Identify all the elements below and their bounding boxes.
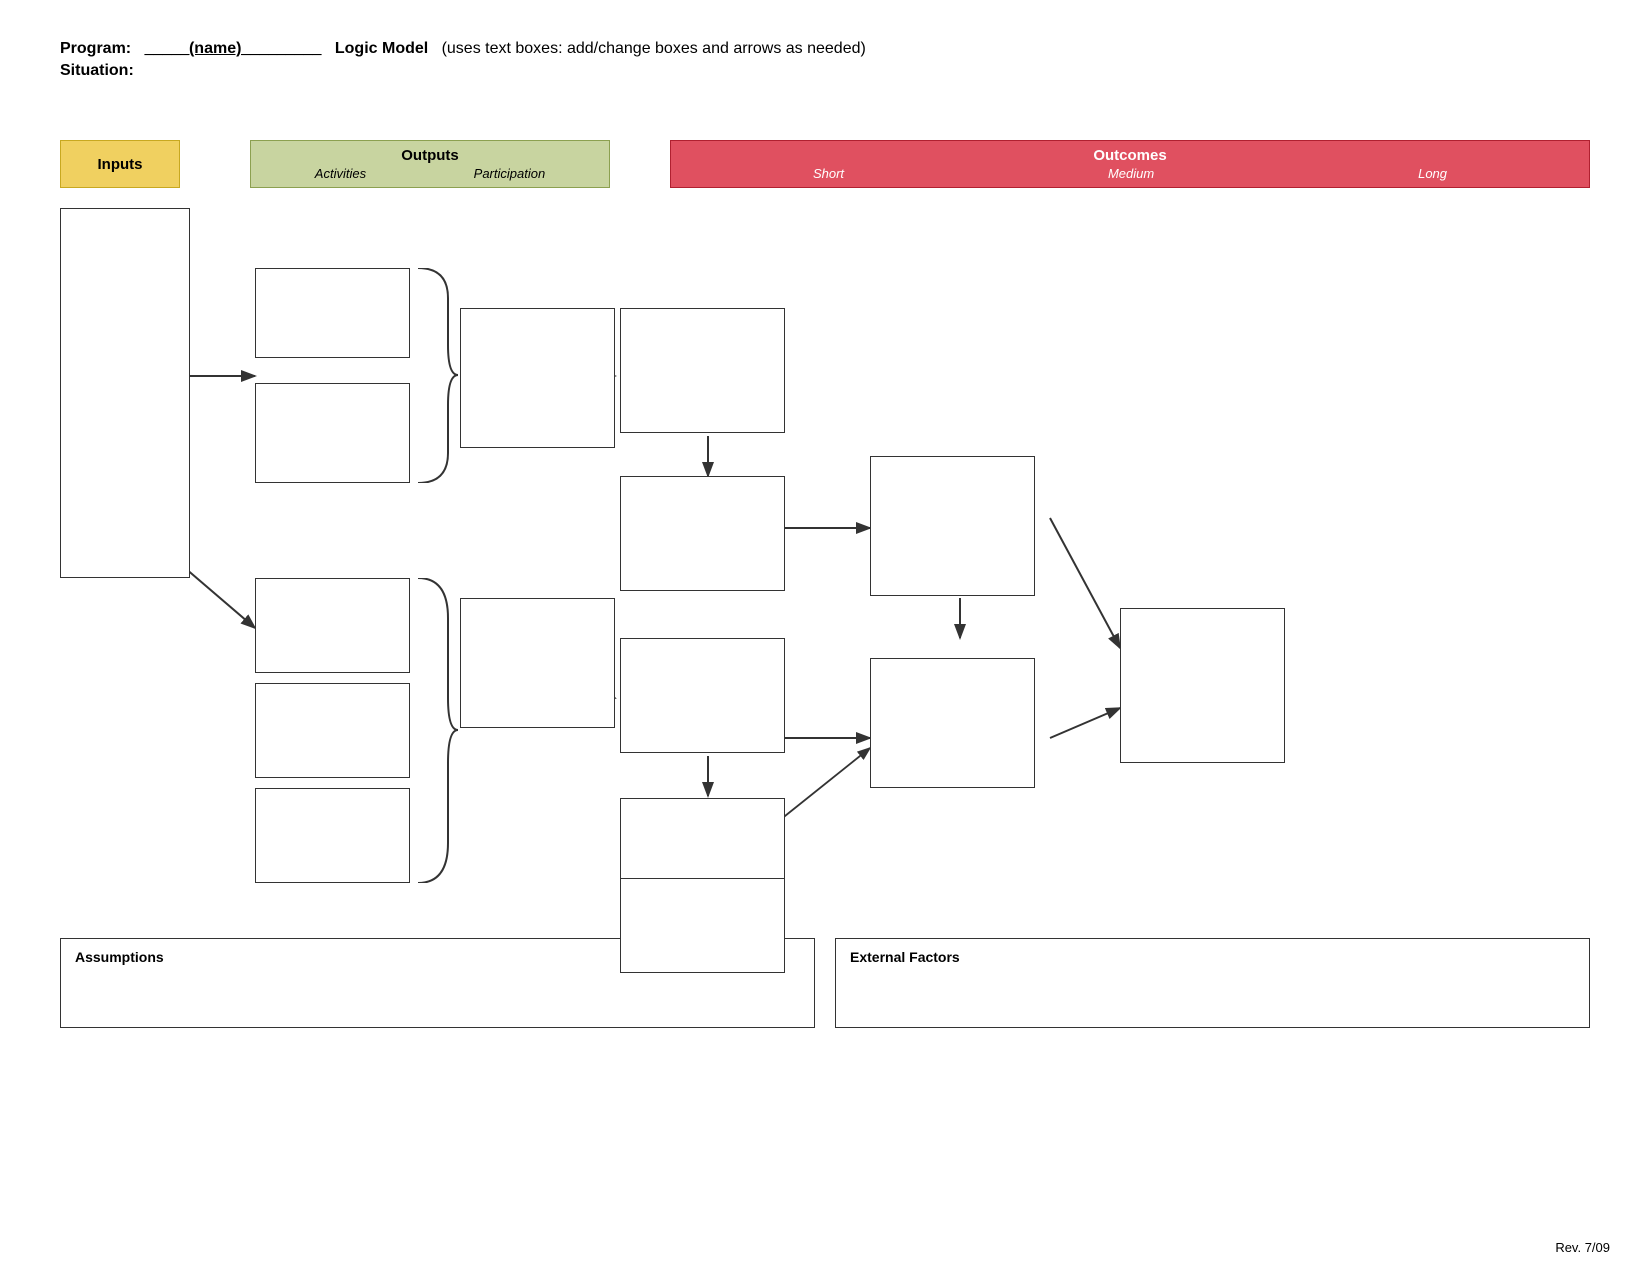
- external-factors-label: External Factors: [850, 949, 1575, 965]
- curly-brace-top: [408, 268, 463, 483]
- outcomes-header: Outcomes Short Medium Long: [670, 140, 1590, 188]
- bottom-section: Assumptions External Factors: [60, 938, 1590, 1028]
- participation-box-2[interactable]: [460, 598, 615, 728]
- participation-box-1[interactable]: [460, 308, 615, 448]
- medium-box-1[interactable]: [870, 456, 1035, 596]
- inputs-header: Inputs: [60, 140, 180, 188]
- program-name[interactable]: _____(name)_________: [144, 40, 321, 57]
- activity-box-1[interactable]: [255, 268, 410, 358]
- inputs-box[interactable]: [60, 208, 190, 578]
- revision-label: Rev. 7/09: [1555, 1240, 1610, 1255]
- curly-brace-bottom: [408, 578, 463, 883]
- outputs-sub1: Activities: [315, 166, 366, 181]
- outcomes-sub3: Long: [1418, 166, 1447, 181]
- external-factors-box[interactable]: External Factors: [835, 938, 1590, 1028]
- activity-box-4[interactable]: [255, 683, 410, 778]
- logic-label: Logic Model: [335, 40, 428, 57]
- situation-label: Situation:: [60, 62, 1590, 80]
- medium-box-2[interactable]: [870, 658, 1035, 788]
- outcomes-main-label: Outcomes: [1093, 147, 1166, 164]
- short-box-3[interactable]: [620, 638, 785, 753]
- activity-box-5[interactable]: [255, 788, 410, 883]
- diagram: [60, 208, 1590, 908]
- program-label: Program:: [60, 40, 131, 57]
- long-box[interactable]: [1120, 608, 1285, 763]
- short-box-1[interactable]: [620, 308, 785, 433]
- header: Program: _____(name)_________ Logic Mode…: [60, 40, 1590, 80]
- short-box-2[interactable]: [620, 476, 785, 591]
- outcomes-sub1: Short: [813, 166, 844, 181]
- outputs-sub2: Participation: [474, 166, 546, 181]
- page: Program: _____(name)_________ Logic Mode…: [0, 0, 1650, 1275]
- header-line1: Program: _____(name)_________ Logic Mode…: [60, 40, 1590, 58]
- outcomes-sub2: Medium: [1108, 166, 1154, 181]
- hint-text: (uses text boxes: add/change boxes and a…: [442, 40, 866, 57]
- activity-box-3[interactable]: [255, 578, 410, 673]
- column-headers: Inputs Outputs Activities Participation …: [60, 140, 1590, 188]
- outputs-header: Outputs Activities Participation: [250, 140, 610, 188]
- outputs-main-label: Outputs: [401, 147, 459, 164]
- activity-box-2[interactable]: [255, 383, 410, 483]
- short-box-5[interactable]: [620, 878, 785, 973]
